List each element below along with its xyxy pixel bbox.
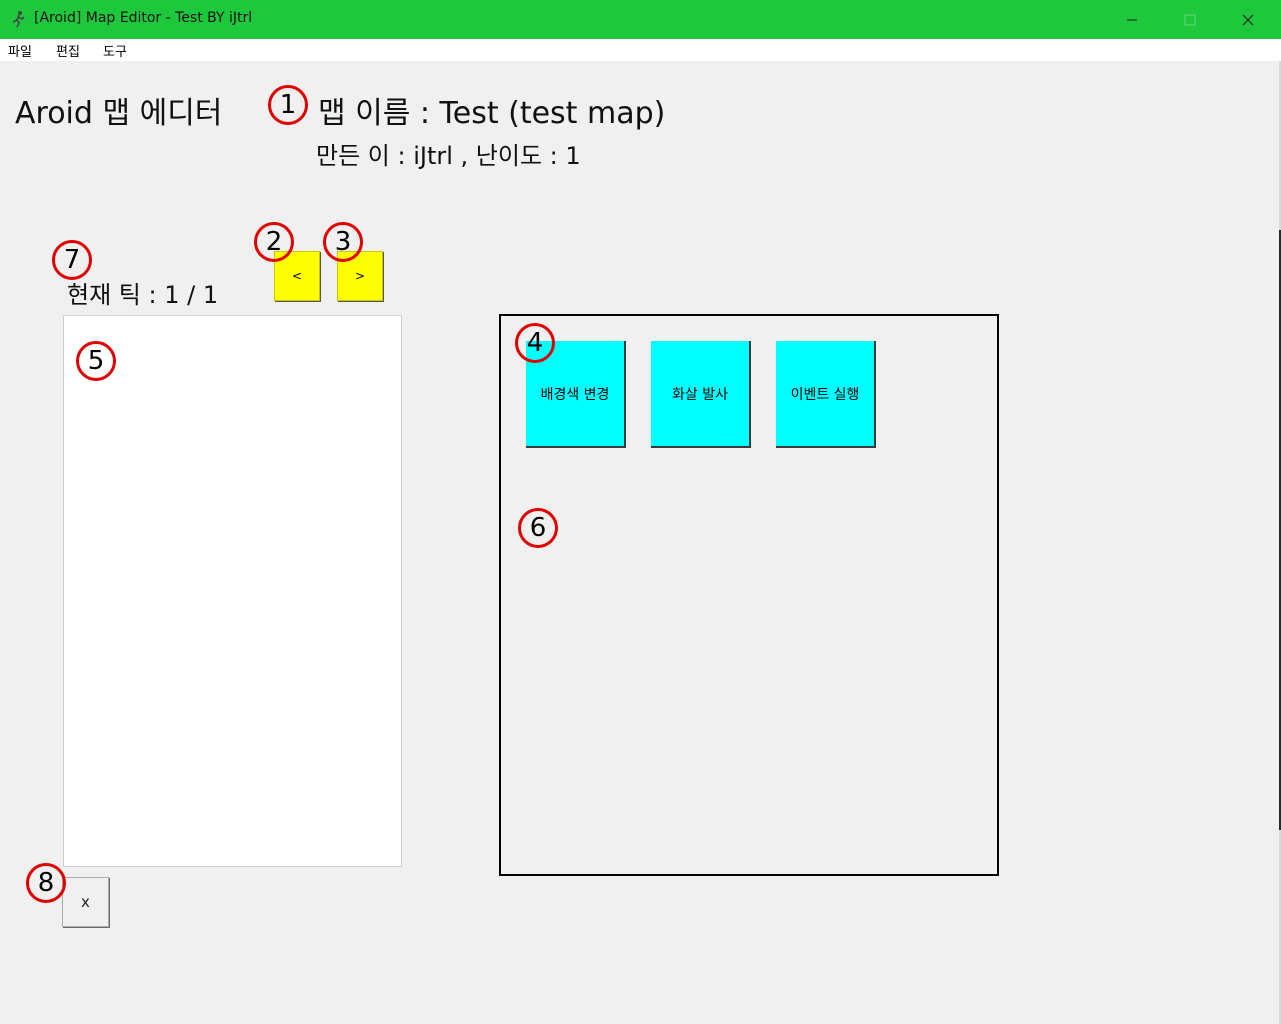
annotation-marker-1: 1 bbox=[268, 85, 308, 125]
run-event-button[interactable]: 이벤트 실행 bbox=[776, 341, 876, 448]
window-title: [Aroid] Map Editor - Test BY iJtrl bbox=[34, 10, 253, 26]
menu-edit[interactable]: 편집 bbox=[56, 41, 80, 60]
event-list-panel[interactable] bbox=[63, 315, 402, 867]
annotation-marker-3: 3 bbox=[323, 222, 363, 262]
current-tick-label: 현재 틱 : 1 / 1 bbox=[67, 281, 219, 309]
runner-icon bbox=[12, 11, 25, 28]
author-difficulty-label: 만든 이 : iJtrl , 난이도 : 1 bbox=[316, 142, 581, 170]
minimize-button[interactable] bbox=[1103, 0, 1161, 39]
title-bar[interactable]: [Aroid] Map Editor - Test BY iJtrl bbox=[0, 0, 1281, 39]
menu-bar: 파일 편집 도구 bbox=[0, 39, 1281, 61]
delete-button[interactable]: x bbox=[62, 877, 109, 927]
annotation-marker-5: 5 bbox=[76, 341, 116, 381]
annotation-marker-8: 8 bbox=[26, 863, 66, 903]
fire-arrow-button[interactable]: 화살 발사 bbox=[651, 341, 751, 448]
annotation-marker-6: 6 bbox=[518, 508, 558, 548]
close-icon bbox=[1242, 14, 1254, 25]
menu-tools[interactable]: 도구 bbox=[103, 41, 127, 60]
minimize-icon bbox=[1127, 19, 1137, 20]
annotation-marker-7: 7 bbox=[52, 240, 92, 280]
maximize-icon bbox=[1184, 14, 1196, 25]
maximize-button[interactable] bbox=[1161, 0, 1219, 39]
menu-file[interactable]: 파일 bbox=[8, 41, 32, 60]
annotation-marker-2: 2 bbox=[254, 222, 294, 262]
annotation-marker-4: 4 bbox=[515, 323, 555, 363]
close-window-button[interactable] bbox=[1219, 0, 1277, 39]
map-name-heading: 맵 이름 : Test (test map) bbox=[318, 96, 666, 131]
app-heading: Aroid 맵 에디터 bbox=[15, 96, 223, 131]
